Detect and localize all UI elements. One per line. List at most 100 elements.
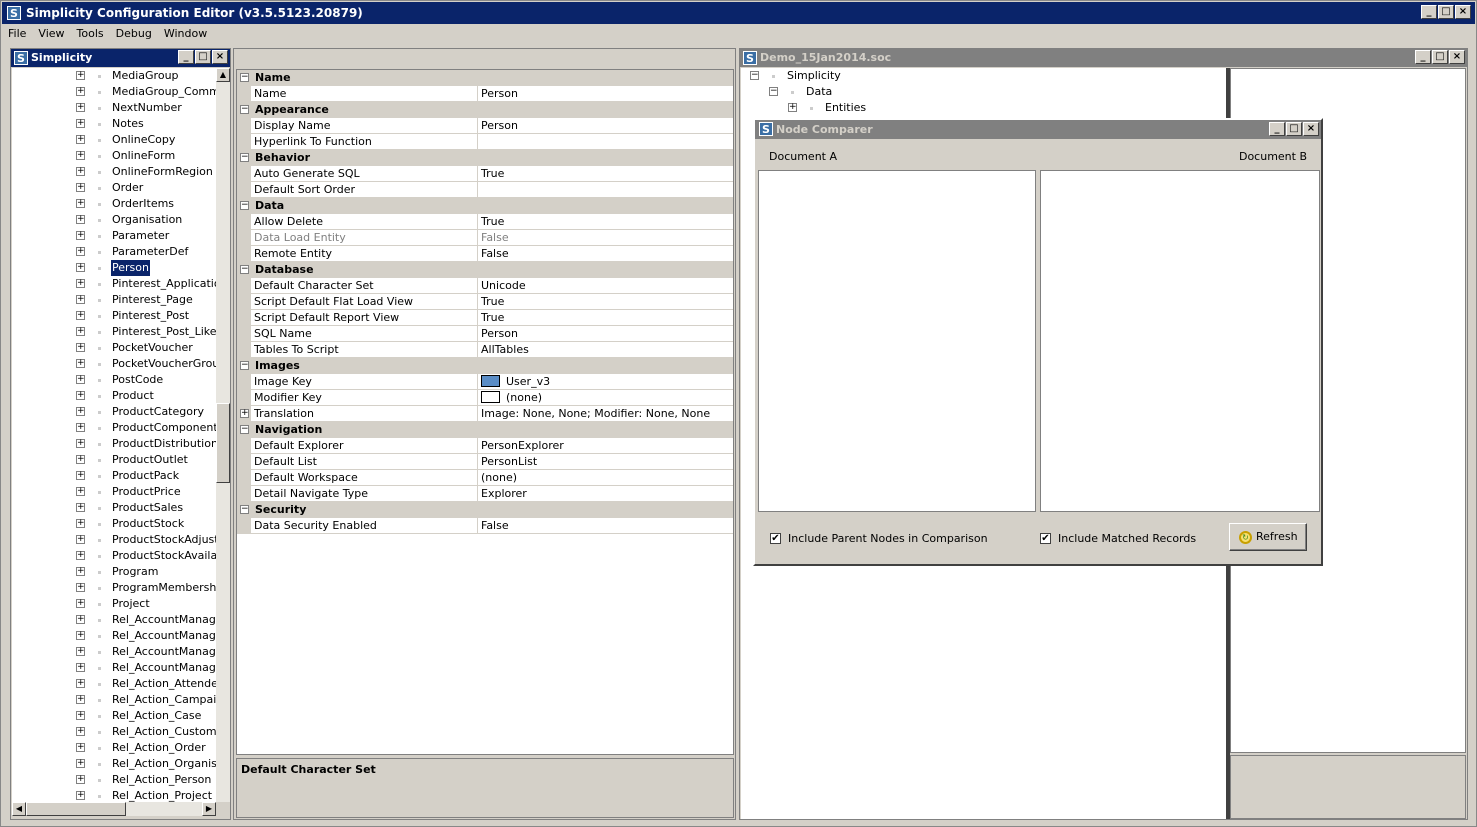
collapse-minus-icon[interactable]: −: [240, 265, 249, 274]
tree-item[interactable]: + ProductCategory: [12, 404, 216, 420]
expand-plus-icon[interactable]: +: [76, 647, 85, 656]
tree-item-label[interactable]: Rel_Action_Person: [111, 772, 212, 788]
property-value[interactable]: Unicode: [477, 278, 733, 294]
node-comparer-close-button[interactable]: ×: [1303, 122, 1319, 136]
document-b-pane[interactable]: [1040, 170, 1320, 512]
expand-plus-icon[interactable]: +: [76, 727, 85, 736]
tree-item-label[interactable]: OrderItems: [111, 196, 175, 212]
document-tree-item[interactable]: − Simplicity: [741, 68, 1226, 84]
entity-tree[interactable]: + MediaGroup + MediaGroup_Commur + NextNumber…: [12, 68, 216, 802]
tree-item[interactable]: + Pinterest_Post_Like: [12, 324, 216, 340]
tree-item[interactable]: + ProductComponentGr: [12, 420, 216, 436]
include-parent-nodes-label[interactable]: Include Parent Nodes in Comparison: [788, 532, 988, 545]
tree-item-label[interactable]: ProductComponentGr: [111, 420, 216, 436]
property-name[interactable]: Display Name: [254, 118, 476, 134]
tree-item[interactable]: + ProductDistribution: [12, 436, 216, 452]
collapse-minus-icon[interactable]: −: [240, 153, 249, 162]
property-row[interactable]: Script Default Flat Load View True: [237, 294, 733, 310]
property-value[interactable]: (none): [477, 390, 733, 406]
collapse-minus-icon[interactable]: −: [240, 361, 249, 370]
expand-plus-icon[interactable]: +: [76, 103, 85, 112]
property-name[interactable]: Script Default Report View: [254, 310, 476, 326]
tree-item[interactable]: + Pinterest_Post: [12, 308, 216, 324]
tree-item-label[interactable]: Rel_Action_Order: [111, 740, 207, 756]
expand-plus-icon[interactable]: +: [76, 295, 85, 304]
collapse-minus-icon[interactable]: −: [240, 425, 249, 434]
property-row[interactable]: Default Character Set Unicode: [237, 278, 733, 294]
property-row[interactable]: Name Person: [237, 86, 733, 102]
tree-item[interactable]: + Organisation: [12, 212, 216, 228]
property-row[interactable]: Default Sort Order: [237, 182, 733, 198]
expand-plus-icon[interactable]: +: [76, 151, 85, 160]
node-comparer-maximize-button[interactable]: □: [1286, 122, 1302, 136]
tree-item-label[interactable]: Person: [110, 259, 151, 277]
property-name[interactable]: Default Character Set: [254, 278, 476, 294]
tree-item-label[interactable]: Notes: [111, 116, 145, 132]
property-grid[interactable]: − Name Name Person − Appearance Display Name Pe…: [236, 69, 734, 755]
tree-item-label[interactable]: Parameter: [111, 228, 170, 244]
tree-item[interactable]: + Rel_Action_Person: [12, 772, 216, 788]
property-row[interactable]: Tables To Script AllTables: [237, 342, 733, 358]
property-value[interactable]: False: [477, 230, 733, 246]
expand-plus-icon[interactable]: +: [76, 71, 85, 80]
document-close-button[interactable]: ×: [1449, 50, 1465, 64]
expand-plus-icon[interactable]: +: [76, 455, 85, 464]
refresh-button[interactable]: ↻ Refresh: [1229, 523, 1307, 551]
tree-item-label[interactable]: ProductPack: [111, 468, 180, 484]
tree-item[interactable]: + PocketVoucher: [12, 340, 216, 356]
tree-item-label[interactable]: Program: [111, 564, 159, 580]
property-value[interactable]: PersonList: [477, 454, 733, 470]
node-comparer-minimize-button[interactable]: _: [1269, 122, 1285, 136]
expand-plus-icon[interactable]: +: [76, 663, 85, 672]
tree-item-label[interactable]: ProductStockAvailabi: [111, 548, 216, 564]
tree-item[interactable]: + OnlineForm: [12, 148, 216, 164]
expand-plus-icon[interactable]: +: [76, 775, 85, 784]
property-value[interactable]: [477, 182, 733, 198]
tree-item[interactable]: + Notes: [12, 116, 216, 132]
property-value[interactable]: Person: [477, 326, 733, 342]
expand-plus-icon[interactable]: +: [76, 759, 85, 768]
tree-item-label[interactable]: Rel_Action_Campaigr: [111, 692, 216, 708]
tree-item-label[interactable]: ProductDistribution: [111, 436, 216, 452]
expand-plus-icon[interactable]: +: [76, 87, 85, 96]
property-row[interactable]: Image Key User_v3: [237, 374, 733, 390]
menu-view[interactable]: View: [32, 24, 70, 43]
tree-item-label[interactable]: Order: [111, 180, 144, 196]
expand-plus-icon[interactable]: +: [76, 679, 85, 688]
property-name[interactable]: Name: [254, 86, 476, 102]
tree-item-label[interactable]: Rel_Action_Project: [111, 788, 213, 802]
property-name[interactable]: SQL Name: [254, 326, 476, 342]
property-row[interactable]: + Translation Image: None, None; Modifier:…: [237, 406, 733, 422]
tree-item-label[interactable]: Rel_AccountManager: [111, 628, 216, 644]
tree-item[interactable]: + Rel_AccountManager: [12, 660, 216, 676]
collapse-minus-icon[interactable]: −: [769, 87, 778, 96]
property-category[interactable]: − Data: [237, 198, 733, 214]
tree-item[interactable]: + ProductStock: [12, 516, 216, 532]
close-button[interactable]: ×: [1455, 5, 1471, 19]
tree-item-label[interactable]: ProductSales: [111, 500, 184, 516]
expand-plus-icon[interactable]: +: [76, 503, 85, 512]
property-category[interactable]: − Appearance: [237, 102, 733, 118]
tree-item[interactable]: + Person: [12, 259, 216, 277]
tree-item-label[interactable]: Rel_Action_Attendee: [111, 676, 216, 692]
property-name[interactable]: Remote Entity: [254, 246, 476, 262]
property-row[interactable]: Default Explorer PersonExplorer: [237, 438, 733, 454]
property-row[interactable]: Auto Generate SQL True: [237, 166, 733, 182]
property-name[interactable]: Default Explorer: [254, 438, 476, 454]
tree-item[interactable]: + ParameterDef: [12, 244, 216, 260]
expand-plus-icon[interactable]: +: [76, 311, 85, 320]
tree-item-label[interactable]: ProductOutlet: [111, 452, 189, 468]
property-value[interactable]: True: [477, 214, 733, 230]
property-category[interactable]: − Images: [237, 358, 733, 374]
tree-item[interactable]: + NextNumber: [12, 100, 216, 116]
expand-plus-icon[interactable]: +: [76, 391, 85, 400]
expand-plus-icon[interactable]: +: [76, 567, 85, 576]
document-minimize-button[interactable]: _: [1415, 50, 1431, 64]
scroll-right-arrow-icon[interactable]: ▶: [202, 802, 216, 816]
expand-plus-icon[interactable]: +: [788, 103, 797, 112]
tree-item[interactable]: + ProductStockAvailabi: [12, 548, 216, 564]
expand-plus-icon[interactable]: +: [76, 231, 85, 240]
expand-plus-icon[interactable]: +: [76, 583, 85, 592]
expand-plus-icon[interactable]: +: [76, 263, 85, 272]
expand-plus-icon[interactable]: +: [76, 167, 85, 176]
